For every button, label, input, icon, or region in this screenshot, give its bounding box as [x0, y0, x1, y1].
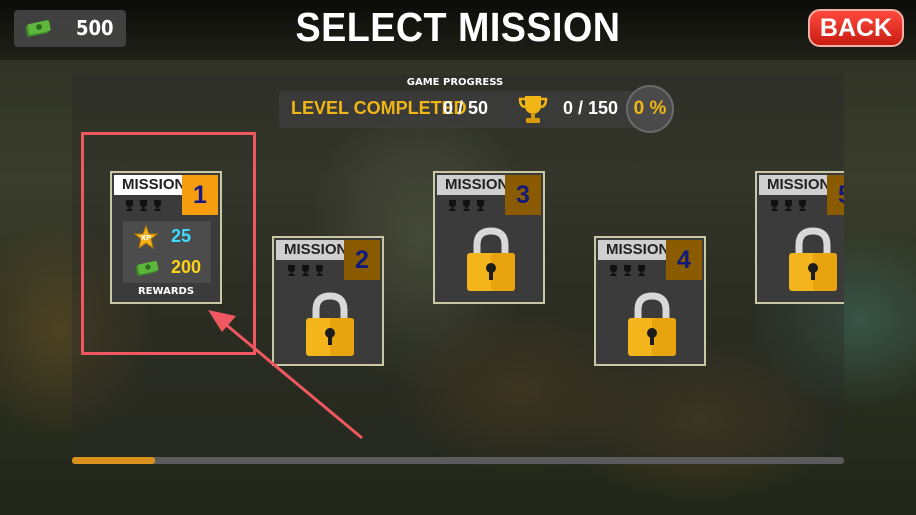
scrollbar-thumb[interactable]: [72, 457, 155, 464]
trophy-icon: [624, 265, 631, 276]
trophy-icon: [638, 265, 645, 276]
level-completed-label: LEVEL COMPLETED: [291, 98, 467, 118]
trophy-icon: [799, 200, 806, 211]
mission-number: 4: [666, 240, 702, 280]
trophy-icon: [463, 200, 470, 211]
mission-card-5-clip: MISSION 5: [755, 171, 844, 304]
padlock-icon: [467, 227, 515, 291]
mission-trophies: [769, 199, 808, 211]
mission-label: MISSION: [759, 175, 833, 195]
mission-card-5[interactable]: MISSION 5: [755, 171, 844, 304]
trophy-icon: [449, 200, 456, 211]
mission-card-4[interactable]: MISSION 4: [594, 236, 706, 366]
trophy-icon: [302, 265, 309, 276]
trophy-icon: [785, 200, 792, 211]
mission-number: 5: [827, 175, 844, 215]
trophy-icon: [477, 200, 484, 211]
padlock-icon: [628, 292, 676, 356]
mission-trophies: [608, 264, 647, 276]
mission-number: 3: [505, 175, 541, 215]
completion-percent: 0 %: [626, 85, 674, 133]
mission-label: MISSION: [437, 175, 511, 195]
mission-trophies: [447, 199, 486, 211]
trophy-icon: [610, 265, 617, 276]
game-progress-heading: GAME PROGRESS: [406, 77, 504, 88]
mission-label: MISSION: [598, 240, 672, 260]
trophy-count-value: 0 / 150: [563, 98, 619, 118]
back-button[interactable]: BACK: [808, 9, 904, 47]
mission-scrollbar[interactable]: [72, 457, 844, 464]
level-completed-value: 0 / 50: [443, 98, 489, 118]
trophy-icon: [316, 265, 323, 276]
mission-number: 2: [344, 240, 380, 280]
page-title: SELECT MISSION: [295, 4, 621, 50]
padlock-icon: [789, 227, 837, 291]
trophy-icon: [288, 265, 295, 276]
trophy-icon: [518, 96, 548, 123]
pointer-arrow: [208, 310, 363, 440]
mission-card-3[interactable]: MISSION 3: [433, 171, 545, 304]
mission-trophies: [286, 264, 325, 276]
trophy-icon: [771, 200, 778, 211]
mission-label: MISSION: [276, 240, 350, 260]
